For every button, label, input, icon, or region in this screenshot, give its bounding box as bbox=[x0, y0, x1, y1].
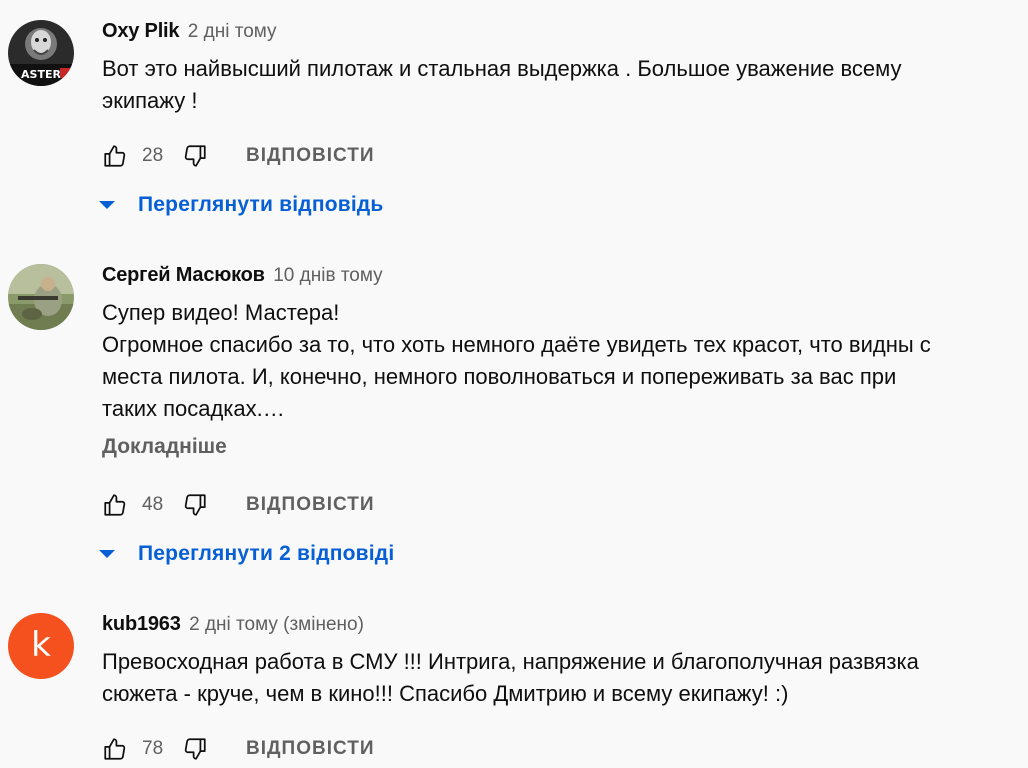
thumbs-up-icon[interactable] bbox=[102, 492, 128, 518]
comment-text: Супер видео! Мастера! Огромное спасибо з… bbox=[102, 300, 931, 421]
author-name[interactable]: Сергей Масюков bbox=[102, 264, 265, 286]
avatar-letter: k bbox=[31, 625, 51, 665]
author-name[interactable]: Oxy Plik bbox=[102, 20, 180, 42]
read-more-button[interactable]: Докладніше bbox=[102, 435, 1002, 459]
like-count: 48 bbox=[142, 494, 164, 515]
like-count: 28 bbox=[142, 145, 164, 166]
comment-time[interactable]: 2 дні тому bbox=[188, 21, 277, 42]
avatar[interactable]: ASTER bbox=[8, 20, 74, 86]
comment-body: kub1963 2 дні тому (змінено) Превосходна… bbox=[102, 613, 1002, 710]
view-replies-label: Переглянути 2 відповіді bbox=[138, 542, 395, 565]
avatar[interactable]: k bbox=[8, 613, 74, 679]
reply-button[interactable]: ВІДПОВІСТИ bbox=[246, 145, 374, 167]
thumbs-up-icon[interactable] bbox=[102, 143, 128, 169]
comment-time[interactable]: 2 дні тому (змінено) bbox=[189, 614, 364, 635]
like-count: 78 bbox=[142, 738, 164, 759]
comment-text: Превосходная работа в СМУ !!! Интрига, н… bbox=[102, 649, 919, 706]
view-replies-button[interactable]: Переглянути відповідь bbox=[96, 190, 384, 220]
comment-actions: 78 ВІДПОВІСТИ bbox=[102, 734, 374, 764]
reply-button[interactable]: ВІДПОВІСТИ bbox=[246, 494, 374, 516]
thumbs-down-icon[interactable] bbox=[182, 143, 208, 169]
thumbs-up-icon[interactable] bbox=[102, 736, 128, 762]
caret-down-icon bbox=[96, 194, 118, 216]
comment-time[interactable]: 10 днів тому bbox=[273, 265, 382, 286]
thumbs-down-icon[interactable] bbox=[182, 492, 208, 518]
comment-body: Oxy Plik 2 дні тому Вот это найвысший пи… bbox=[102, 20, 1002, 117]
reply-button[interactable]: ВІДПОВІСТИ bbox=[246, 738, 374, 760]
avatar[interactable] bbox=[8, 264, 74, 330]
view-replies-label: Переглянути відповідь bbox=[138, 193, 384, 216]
comment-text: Вот это найвысший пилотаж и стальная выд… bbox=[102, 56, 902, 113]
caret-down-icon bbox=[96, 543, 118, 565]
comment-actions: 48 ВІДПОВІСТИ bbox=[102, 490, 374, 520]
comment-actions: 28 ВІДПОВІСТИ bbox=[102, 141, 374, 171]
thumbs-down-icon[interactable] bbox=[182, 736, 208, 762]
author-name[interactable]: kub1963 bbox=[102, 613, 181, 635]
avatar-logo-text: ASTER bbox=[21, 68, 61, 81]
comment-header: Сергей Масюков 10 днів тому bbox=[102, 264, 1002, 294]
comment-header: Oxy Plik 2 дні тому bbox=[102, 20, 1002, 50]
comment-header: kub1963 2 дні тому (змінено) bbox=[102, 613, 1002, 643]
view-replies-button[interactable]: Переглянути 2 відповіді bbox=[96, 539, 394, 569]
comment-body: Сергей Масюков 10 днів тому Супер видео!… bbox=[102, 264, 1002, 459]
